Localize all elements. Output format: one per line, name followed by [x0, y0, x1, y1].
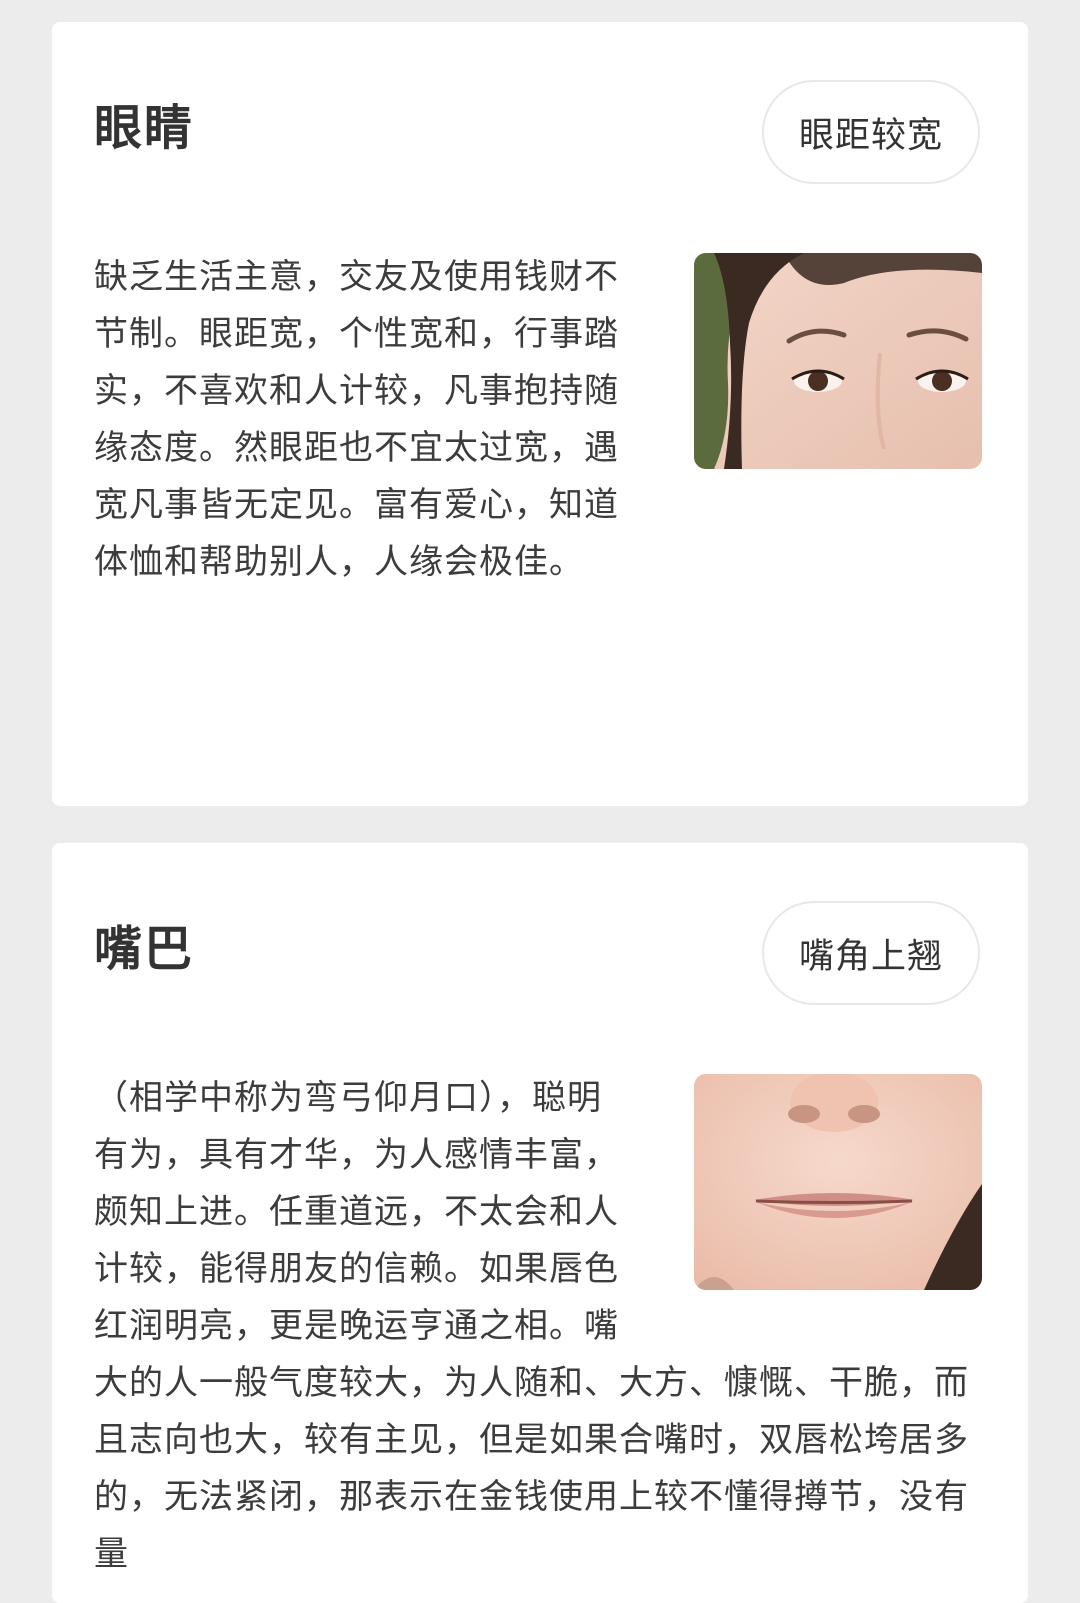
feature-card-eyes: 眼睛 眼距较宽 缺乏生活主意，交友及使用钱财不节制。眼距宽，个性宽和，行事踏实，…: [52, 22, 1028, 806]
description-text: 缺乏生活主意，交友及使用钱财不节制。眼距宽，个性宽和，行事踏实，不喜欢和人计较，…: [94, 257, 619, 582]
eyes-photo: [694, 253, 982, 469]
card-title: 嘴巴: [94, 921, 195, 977]
tag-pill-button[interactable]: 眼距较宽: [762, 80, 980, 184]
tag-pill-button[interactable]: 嘴角上翘: [762, 901, 980, 1005]
mouth-photo: [694, 1074, 982, 1290]
card-title: 眼睛: [94, 100, 195, 156]
card-description: （相学中称为弯弓仰月口），聪明有为，具有才华，为人感情丰富，颇知上进。任重道远，…: [94, 1070, 982, 1583]
feature-card-mouth: 嘴巴 嘴角上翘 （相学中称为弯弓仰月口），聪明有为，具有才华，为人感情丰富，颇知…: [52, 843, 1028, 1603]
card-description: 缺乏生活主意，交友及使用钱财不节制。眼距宽，个性宽和，行事踏实，不喜欢和人计较，…: [94, 249, 982, 591]
